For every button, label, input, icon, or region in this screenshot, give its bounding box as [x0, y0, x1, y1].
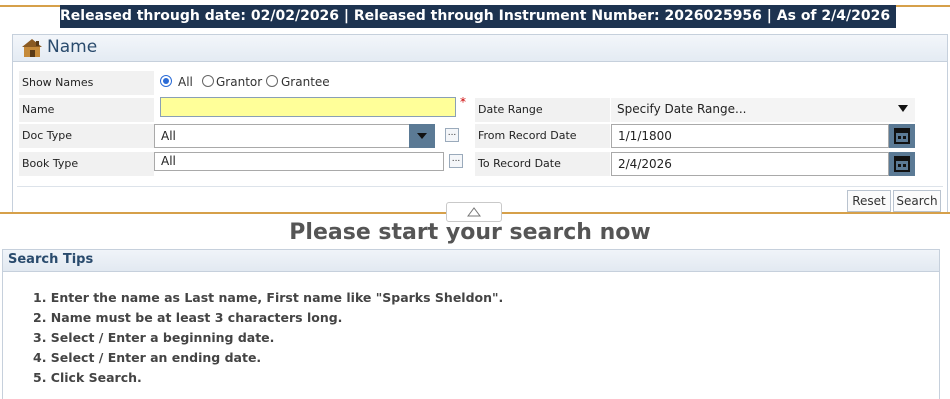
radio-all[interactable]	[160, 75, 172, 87]
top-bar: Released through date: 02/02/2026 | Rele…	[0, 0, 950, 34]
divider	[17, 186, 943, 187]
radio-grantee-label[interactable]: Grantee	[281, 75, 330, 89]
tip-item: 2. Name must be at least 3 characters lo…	[33, 310, 343, 325]
collapse-toggle[interactable]	[446, 202, 502, 222]
show-names-label: Show Names	[19, 71, 154, 95]
doc-type-select[interactable]: All	[154, 124, 410, 148]
name-search-panel: Name Show Names All Grantor Grantee Name…	[12, 34, 948, 214]
from-date-input[interactable]: 1/1/1800	[611, 124, 889, 148]
tip-item: 5. Click Search.	[33, 370, 142, 385]
chevron-down-icon[interactable]	[898, 105, 908, 113]
radio-grantor[interactable]	[202, 75, 214, 87]
calendar-icon	[894, 156, 910, 172]
book-type-input[interactable]: All	[154, 152, 444, 171]
page-heading: Please start your search now	[289, 220, 651, 245]
radio-grantor-label[interactable]: Grantor	[216, 75, 262, 89]
search-button[interactable]: Search	[893, 190, 941, 212]
tip-item: 3. Select / Enter a beginning date.	[33, 330, 275, 345]
tips-header: Search Tips	[3, 250, 939, 272]
radio-grantee[interactable]	[266, 75, 278, 87]
date-range-select[interactable]: Specify Date Range...	[611, 98, 915, 122]
to-date-calendar-button[interactable]	[889, 152, 915, 176]
panel-header: Name	[13, 35, 947, 62]
tip-item: 1. Enter the name as Last name, First na…	[33, 290, 504, 305]
name-label: Name	[19, 98, 154, 122]
book-type-more-button[interactable]: ...	[449, 154, 463, 168]
date-range-label: Date Range	[475, 98, 610, 122]
reset-button[interactable]: Reset	[847, 190, 891, 212]
book-type-label: Book Type	[19, 152, 154, 176]
calendar-icon	[894, 128, 910, 144]
doc-type-more-button[interactable]: ...	[445, 128, 459, 142]
release-banner: Released through date: 02/02/2026 | Rele…	[60, 5, 950, 28]
tips-title: Search Tips	[8, 252, 94, 267]
search-tips-panel: Search Tips 1. Enter the name as Last na…	[2, 249, 940, 399]
house-icon	[22, 39, 42, 57]
chevron-up-icon	[467, 207, 481, 217]
radio-all-label[interactable]: All	[178, 75, 193, 89]
to-date-label: To Record Date	[475, 152, 610, 176]
name-input[interactable]	[160, 97, 456, 117]
doc-type-dropdown-button[interactable]	[409, 124, 435, 148]
panel-title: Name	[47, 37, 98, 57]
doc-type-label: Doc Type	[19, 124, 154, 148]
from-date-label: From Record Date	[475, 124, 610, 148]
from-date-calendar-button[interactable]	[889, 124, 915, 148]
to-date-input[interactable]: 2/4/2026	[611, 152, 889, 176]
tip-item: 4. Select / Enter an ending date.	[33, 350, 262, 365]
required-asterisk: *	[460, 95, 466, 109]
chevron-down-icon	[417, 133, 427, 139]
